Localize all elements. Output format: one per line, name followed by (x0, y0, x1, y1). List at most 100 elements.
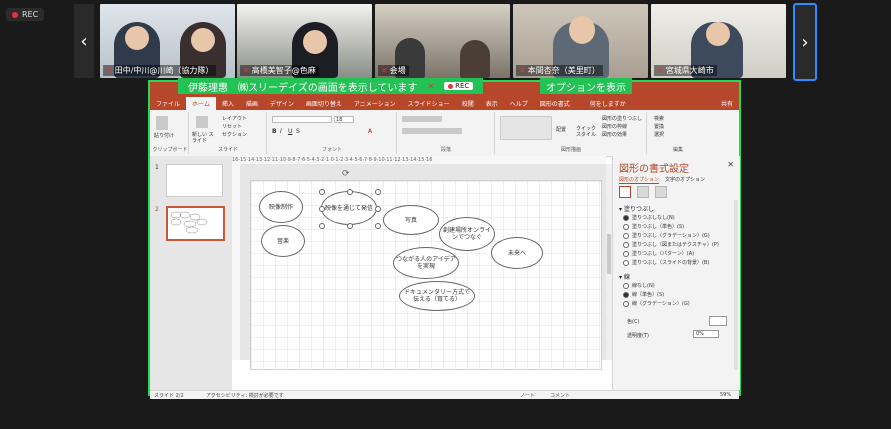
shape-ellipse[interactable]: つながる人のアイデアを実現 (393, 247, 459, 279)
group-drawing: 配置 クイック スタイル 図形の塗りつぶし 図形の枠線 図形の効果 図形描画 (496, 112, 647, 154)
quick-styles-button[interactable]: クイック スタイル (576, 126, 598, 138)
resize-handle[interactable] (347, 189, 353, 195)
participant-tile[interactable]: ✕ 会場 (375, 4, 510, 78)
scrollbar-thumb[interactable] (607, 234, 611, 274)
shape-ellipse[interactable]: ドキュメンタリー方式で伝える（育てる） (399, 281, 475, 311)
line-section-header[interactable]: ▾ 線 (619, 272, 630, 281)
resize-handle[interactable] (319, 206, 325, 212)
reset-button[interactable]: リセット (222, 123, 242, 130)
notes-button[interactable]: ノート (520, 392, 535, 399)
fill-option[interactable]: 塗りつぶし（スライドの背景）(B) (623, 259, 709, 266)
shape-fill-button[interactable]: 図形の塗りつぶし (602, 115, 642, 122)
view-options-button[interactable]: オプションを表示 (540, 78, 632, 94)
radio-icon (623, 282, 629, 289)
comments-button[interactable]: コメント (550, 392, 570, 399)
tab-shape-format[interactable]: 図形の書式 (534, 99, 576, 108)
find-button[interactable]: 検索 (654, 115, 664, 122)
resize-handle[interactable] (375, 206, 381, 212)
new-slide-icon[interactable] (196, 116, 208, 128)
fill-option[interactable]: 塗りつぶしなし(N) (623, 214, 675, 221)
slide-thumbnail-2[interactable] (166, 206, 225, 241)
tab-home[interactable]: ホーム (186, 97, 216, 110)
fill-option[interactable]: 塗りつぶし（図またはテクスチャ）(P) (623, 241, 719, 248)
tab-transitions[interactable]: 画面切り替え (300, 99, 348, 108)
shape-ellipse[interactable]: 創建場所オンラインでつなぐ (439, 217, 495, 251)
shape-ellipse[interactable]: 未来へ (491, 237, 543, 269)
participant-tile[interactable]: ✕ 宮城県大崎市 (651, 4, 786, 78)
ppt-share-button[interactable]: 共有 (715, 99, 739, 108)
resize-handle[interactable] (347, 223, 353, 229)
shape-outline-button[interactable]: 図形の枠線 (602, 123, 627, 130)
tab-view[interactable]: 表示 (480, 99, 504, 108)
shape-ellipse[interactable]: 映像制作 (259, 191, 303, 223)
group-label: クリップボード (152, 147, 188, 153)
italic-icon[interactable]: I (280, 128, 282, 135)
bullets-icon[interactable] (402, 116, 442, 122)
shape-effects-button[interactable]: 図形の効果 (602, 131, 627, 138)
fill-option[interactable]: 塗りつぶし（単色）(S) (623, 223, 684, 230)
tab-file[interactable]: ファイル (150, 99, 186, 108)
font-color-icon[interactable]: A (368, 128, 372, 135)
align-icon[interactable] (402, 128, 462, 134)
select-button[interactable]: 選択 (654, 131, 664, 138)
bold-icon[interactable]: B (272, 128, 277, 135)
participant-tile[interactable]: ✕ 田中/中川@川崎（協力隊） (100, 4, 235, 78)
resize-handle[interactable] (319, 189, 325, 195)
tab-insert[interactable]: 挿入 (216, 99, 240, 108)
resize-handle[interactable] (375, 189, 381, 195)
tab-draw[interactable]: 描画 (240, 99, 264, 108)
shape-ellipse-selected[interactable]: 映像を通じて発信 (321, 191, 377, 225)
participant-name: ✕ 高橋美智子@色麻 (240, 65, 319, 76)
fill-option[interactable]: 塗りつぶし（パターン）(A) (623, 250, 694, 257)
tab-animations[interactable]: アニメーション (348, 99, 402, 108)
tab-shape-options[interactable]: 図形のオプション (619, 176, 660, 184)
radio-selected-icon (623, 291, 629, 298)
accessibility-status[interactable]: アクセシビリティ: 検討が必要です (206, 392, 284, 399)
tab-design[interactable]: デザイン (264, 99, 300, 108)
fill-option[interactable]: 塗りつぶし（グラデーション）(G) (623, 232, 710, 239)
resize-handle[interactable] (375, 223, 381, 229)
resize-handle[interactable] (319, 223, 325, 229)
arrange-button[interactable]: 配置 (556, 126, 566, 133)
fill-line-icon[interactable] (619, 186, 631, 198)
line-option[interactable]: 線（グラデーション）(G) (623, 300, 690, 307)
shape-ellipse[interactable]: 音楽 (261, 225, 305, 257)
pane-scrollbar[interactable] (734, 200, 738, 370)
participant-tile[interactable]: ✕ 高橋美智子@色麻 (237, 4, 372, 78)
color-picker-button[interactable] (709, 316, 727, 326)
participant-name: ✕ 本間杏奈（美里町） (516, 65, 603, 76)
participant-tile[interactable]: ✕ 本間杏奈（美里町） (513, 4, 648, 78)
tab-review[interactable]: 校閲 (456, 99, 480, 108)
gallery-prev-button[interactable]: ‹ (74, 4, 94, 78)
line-option[interactable]: 線なし(N) (623, 282, 655, 289)
radio-icon (623, 300, 629, 307)
tab-help[interactable]: ヘルプ (504, 99, 534, 108)
shadow-icon[interactable]: S (296, 128, 300, 135)
fill-section-header[interactable]: ▾ 塗りつぶし (619, 204, 654, 213)
slide-canvas[interactable]: 映像制作 映像を通じて発信 ⟳ 音楽 写真 つながる人のアイデアを実現 創建場所… (250, 169, 602, 370)
tab-text-options[interactable]: 文字のオプション (665, 176, 705, 184)
transparency-input[interactable]: 0% (693, 330, 719, 338)
tell-me-search[interactable]: 何をしますか (584, 99, 632, 108)
effects-icon[interactable] (637, 186, 649, 198)
layout-button[interactable]: レイアウト (222, 115, 247, 122)
font-name-box[interactable] (272, 116, 332, 123)
shapes-gallery[interactable] (500, 116, 552, 140)
paste-icon[interactable] (156, 116, 168, 130)
font-size-box[interactable]: 18 (334, 116, 354, 123)
size-properties-icon[interactable] (655, 186, 667, 198)
replace-button[interactable]: 置換 (654, 123, 664, 130)
underline-icon[interactable]: U (288, 128, 292, 135)
gallery-next-button[interactable]: › (793, 3, 817, 81)
tab-slideshow[interactable]: スライドショー (402, 99, 456, 108)
rotate-handle-icon[interactable]: ⟳ (342, 169, 350, 179)
horizontal-ruler: 16·15·14·13·12·11·10·9·8·7·6·5·4·3·2·1·0… (232, 156, 606, 164)
group-label: 編集 (672, 147, 683, 153)
zoom-level[interactable]: 59% (720, 392, 731, 398)
shape-ellipse[interactable]: 写真 (383, 205, 439, 235)
slide-thumbnail-1[interactable] (166, 164, 223, 197)
radio-icon (623, 223, 629, 230)
line-option[interactable]: 線（単色）(S) (623, 291, 664, 298)
section-button[interactable]: セクション (222, 131, 247, 138)
close-icon[interactable]: ✕ (727, 160, 734, 169)
